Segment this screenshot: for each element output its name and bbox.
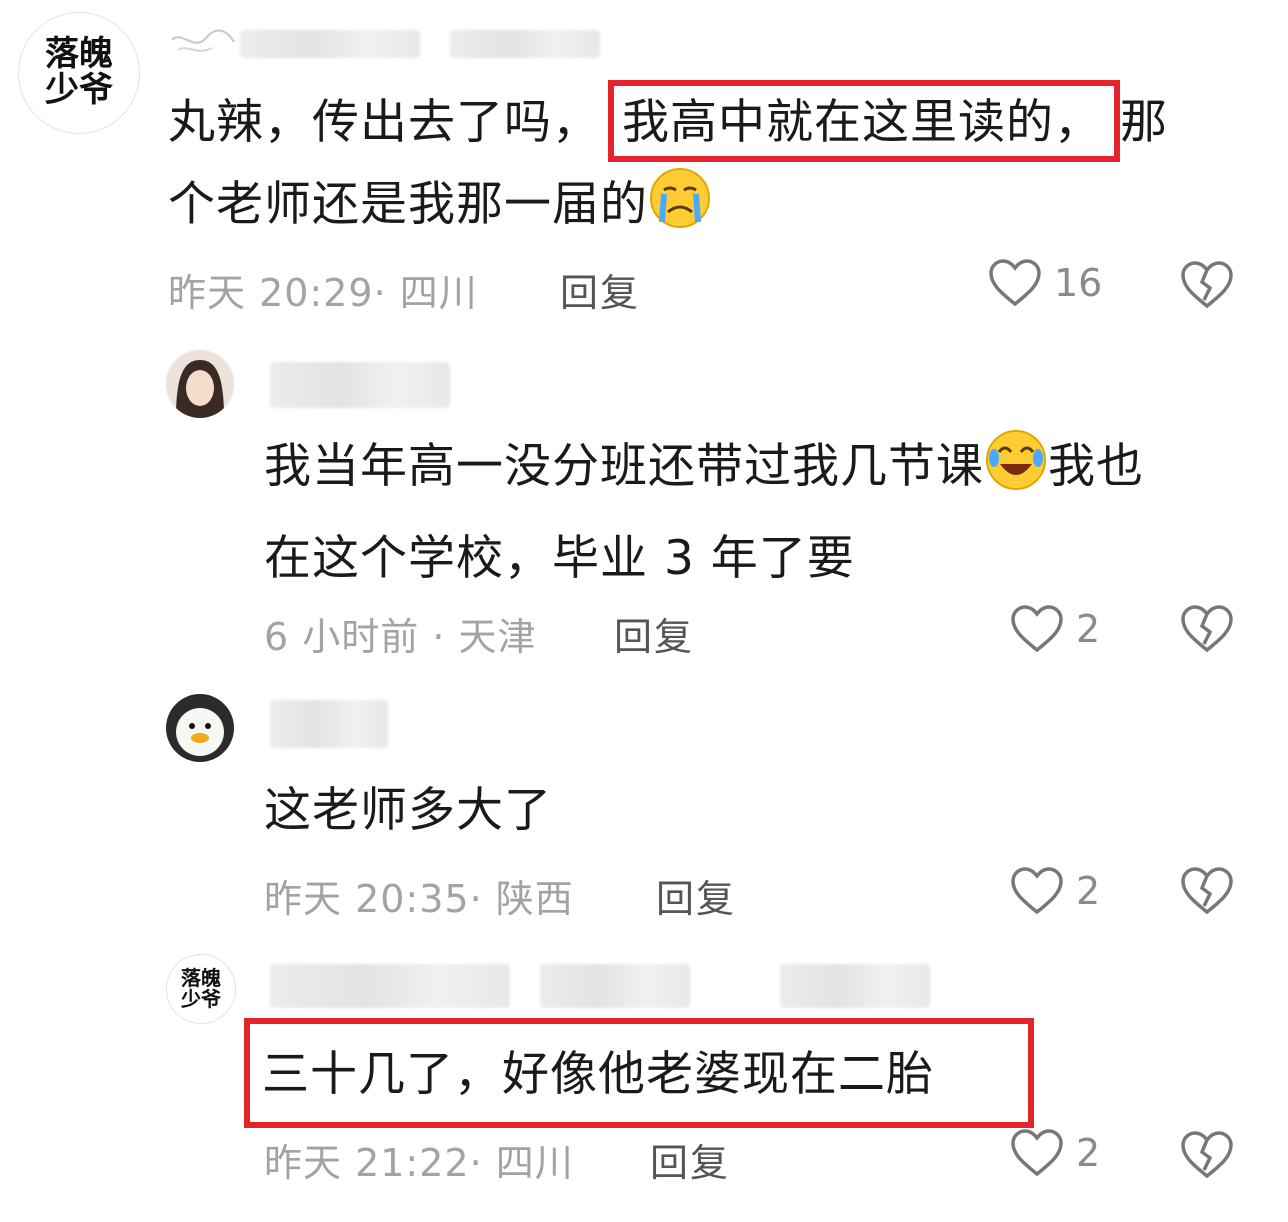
username-blurred	[780, 964, 930, 1008]
like-button[interactable]: 16	[988, 258, 1102, 308]
comment-meta: 6 小时前 · 天津	[264, 615, 537, 659]
avatar-label-bottom: 少爷	[181, 987, 221, 1011]
username-blurred	[240, 30, 420, 58]
laughing-tears-face-icon	[984, 428, 1048, 518]
heart-icon	[1010, 1128, 1064, 1178]
broken-heart-icon	[1180, 866, 1234, 916]
like-button[interactable]: 2	[1010, 866, 1100, 916]
comment-text-part: 个老师还是我那一届的	[168, 177, 648, 232]
crying-face-icon	[648, 166, 712, 256]
dislike-button[interactable]	[1180, 260, 1234, 310]
red-highlight-box	[244, 1018, 1034, 1128]
dislike-button[interactable]	[1180, 1130, 1234, 1180]
avatar[interactable]	[166, 694, 234, 762]
reply-button[interactable]: 回复	[560, 262, 640, 317]
comment-text: 这老师多大了	[264, 783, 552, 838]
like-button[interactable]: 2	[1010, 1128, 1100, 1178]
heart-icon	[988, 258, 1042, 308]
like-button[interactable]: 2	[1010, 604, 1100, 654]
comment-meta: 昨天 20:29· 四川	[168, 271, 478, 315]
duck-photo-icon	[166, 694, 234, 762]
heart-icon	[1010, 866, 1064, 916]
reply-button[interactable]: 回复	[656, 868, 736, 923]
red-highlight-box	[608, 80, 1120, 162]
like-count: 2	[1076, 1131, 1101, 1175]
like-count: 16	[1054, 261, 1103, 305]
avatar[interactable]: 落魄 少爷	[166, 954, 236, 1024]
dislike-button[interactable]	[1180, 866, 1234, 916]
avatar-label-bottom: 少爷	[45, 70, 113, 110]
username-blurred	[540, 964, 690, 1008]
username-blurred	[270, 362, 450, 408]
avatar[interactable]: 落魄 少爷	[18, 12, 140, 134]
comment-meta: 昨天 20:35· 陕西	[264, 877, 574, 921]
reply-button[interactable]: 回复	[650, 1132, 730, 1187]
broken-heart-icon	[1180, 260, 1234, 310]
username-blurred	[270, 964, 510, 1008]
girl-photo-icon	[166, 350, 234, 418]
comment-text-part: 我也	[1048, 439, 1144, 494]
comment-text-part: 丸辣，传出去了吗，	[168, 95, 600, 150]
avatar-label-top: 落魄	[181, 966, 221, 990]
dislike-button[interactable]	[1180, 604, 1234, 654]
heart-icon	[1010, 604, 1064, 654]
reply-button[interactable]: 回复	[614, 606, 694, 661]
comment-text-part: 那	[1120, 95, 1168, 150]
avatar-label-top: 落魄	[45, 34, 113, 75]
like-count: 2	[1076, 869, 1101, 913]
comment-meta: 昨天 21:22· 四川	[264, 1141, 574, 1185]
username-blurred	[270, 700, 388, 748]
broken-heart-icon	[1180, 1130, 1234, 1180]
comment-text-part: 在这个学校，毕业 3 年了要	[264, 531, 855, 586]
like-count: 2	[1076, 607, 1101, 651]
decorative-scribble-icon	[168, 22, 238, 66]
comment-text: 我当年高一没分班还带过我几节课 我也 在这个学校，毕业 3 年了要	[264, 426, 1254, 600]
avatar[interactable]	[166, 350, 234, 418]
broken-heart-icon	[1180, 604, 1234, 654]
comment-text-part: 我当年高一没分班还带过我几节课	[264, 439, 984, 494]
username-blurred	[450, 30, 600, 58]
